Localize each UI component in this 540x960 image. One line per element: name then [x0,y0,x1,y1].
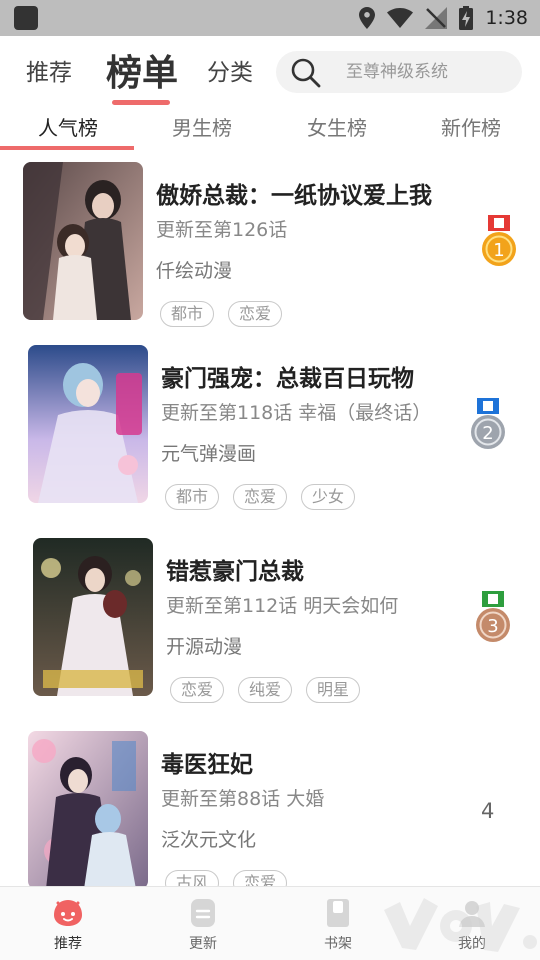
tag: 都市 [165,484,220,510]
comic-tags: 恋爱 纯爱 明星 [170,677,361,703]
list-item[interactable]: 傲娇总裁：一纸协议爱上我 更新至第126话 仟绘动漫 都市 恋爱 1 [0,160,540,327]
status-bar: 1:38 [0,0,540,36]
comic-update: 更新至第118话 幸福（最终话） [161,402,432,424]
rank-number: 4 [481,799,495,823]
bottom-nav-label: 推荐 [54,936,82,952]
bottom-nav-bookshelf[interactable]: 书架 [288,887,388,960]
rank-tab-indicator [0,146,134,150]
medal-rank-text: 2 [482,423,493,444]
silver-medal-icon: 2 [471,398,505,449]
bookshelf-icon [327,899,349,927]
tag: 明星 [306,677,361,703]
comic-tags: 都市 恋爱 [160,301,283,327]
search-box[interactable]: 至尊神级系统 [276,51,522,93]
bottom-nav-recommend[interactable]: 推荐 [18,887,118,960]
tab-category[interactable]: 分类 [207,36,253,104]
comic-author: 开源动漫 [166,636,243,658]
tag: 都市 [160,301,215,327]
update-icon [191,899,215,927]
bronze-medal-icon: 3 [476,591,510,642]
medal-rank-text: 1 [493,240,504,261]
comic-cover[interactable] [28,731,148,889]
comic-title: 傲娇总裁：一纸协议爱上我 [156,183,432,209]
comic-cover[interactable] [23,162,143,320]
tag: 恋爱 [170,677,225,703]
comic-title: 错惹豪门总裁 [166,559,304,585]
no-signal-icon [425,7,448,29]
comic-tags: 都市 恋爱 少女 [165,484,356,510]
comic-author: 仟绘动漫 [156,260,233,282]
comic-title: 豪门强宠：总裁百日玩物 [161,366,414,392]
tab-ranking[interactable]: 榜单 [106,36,178,104]
tag: 纯爱 [238,677,293,703]
bottom-nav-update[interactable]: 更新 [153,887,253,960]
comic-update: 更新至第88话 大婚 [161,788,325,810]
ranking-tabs: 人气榜 男生榜 女生榜 新作榜 [0,104,540,150]
bottom-nav-label: 书架 [324,936,352,952]
list-item[interactable]: 毒医狂妃 更新至第88话 大婚 泛次元文化 古风 恋爱 4 [0,729,540,896]
comic-update: 更新至第126话 [156,219,288,241]
face-icon [54,900,82,926]
search-placeholder: 至尊神级系统 [346,62,448,82]
rank-tab-female[interactable]: 女生榜 [307,112,367,141]
bottom-nav-label: 更新 [189,936,217,952]
app-notification-icon [14,6,38,30]
list-item[interactable]: 豪门强宠：总裁百日玩物 更新至第118话 幸福（最终话） 元气弹漫画 都市 恋爱… [0,343,540,510]
battery-charging-icon [459,6,474,30]
rank-tab-popular[interactable]: 人气榜 [38,112,98,141]
search-icon [291,58,321,88]
wifi-icon [387,8,414,28]
status-time: 1:38 [485,7,528,29]
comic-update: 更新至第112话 明天会如何 [166,595,399,617]
rank-tab-new[interactable]: 新作榜 [441,112,501,141]
comic-cover[interactable] [33,538,153,696]
comic-cover[interactable] [28,345,148,503]
comic-title: 毒医狂妃 [161,752,253,778]
watermark-logo [384,898,537,952]
gold-medal-icon: 1 [482,215,516,266]
tag: 恋爱 [233,484,288,510]
tab-recommend[interactable]: 推荐 [26,36,72,104]
comic-author: 泛次元文化 [161,829,257,851]
rank-tab-male[interactable]: 男生榜 [172,112,232,141]
list-item[interactable]: 错惹豪门总裁 更新至第112话 明天会如何 开源动漫 恋爱 纯爱 明星 3 [0,536,540,703]
tag: 少女 [301,484,356,510]
tag: 恋爱 [228,301,283,327]
location-icon [359,7,376,29]
medal-rank-text: 3 [487,616,498,637]
comic-author: 元气弹漫画 [161,443,257,465]
